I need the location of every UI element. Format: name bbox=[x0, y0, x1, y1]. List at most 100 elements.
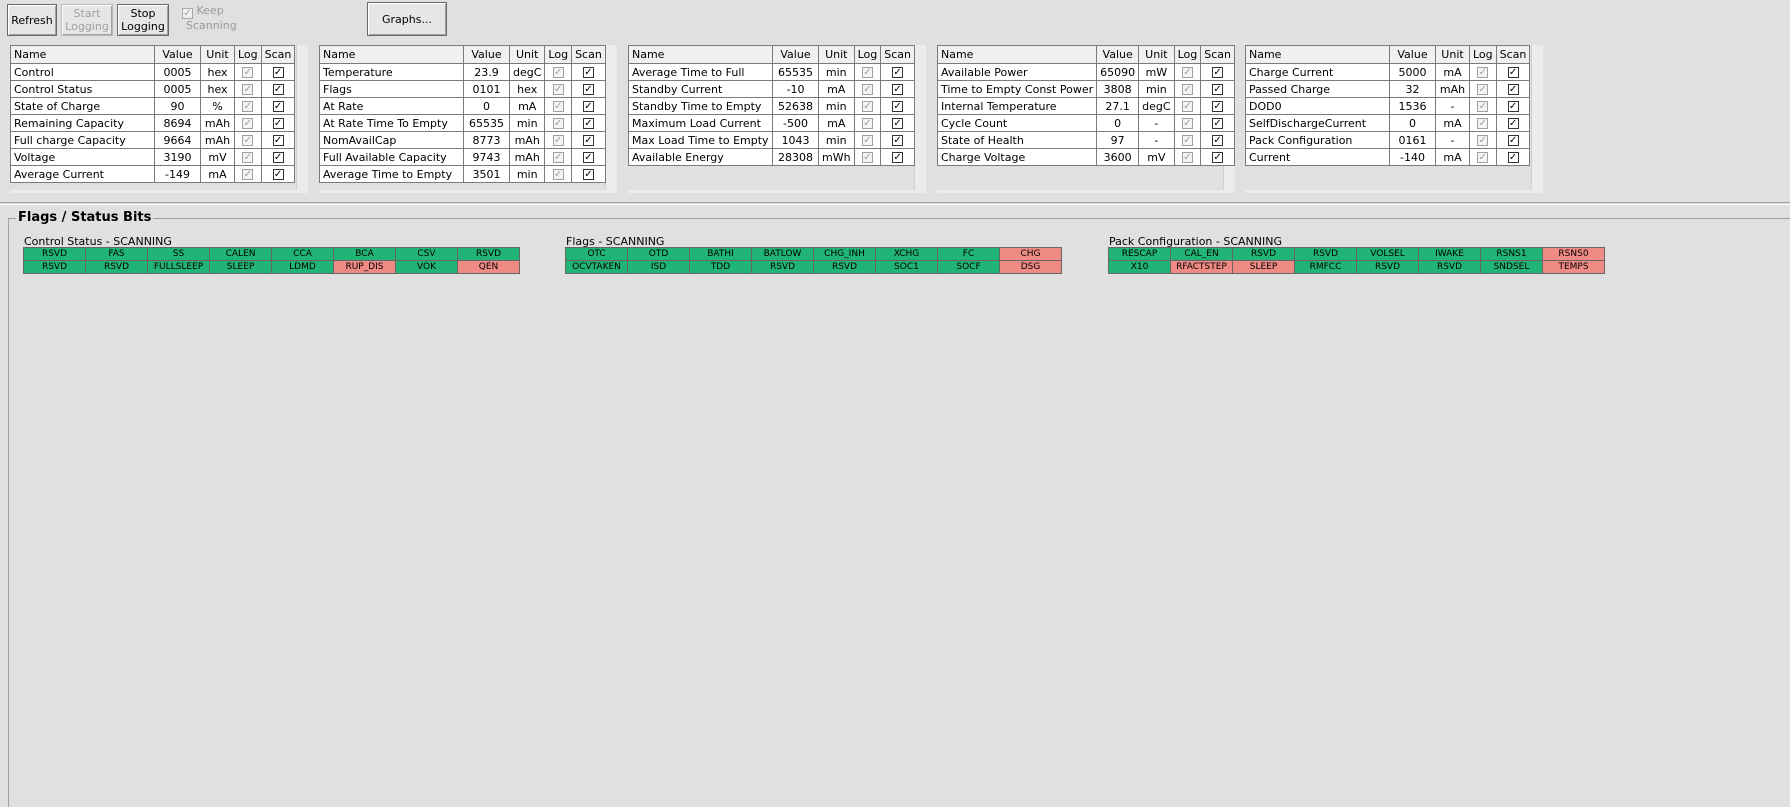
panel-scrollbar[interactable] bbox=[1531, 45, 1543, 193]
column-header[interactable]: Name bbox=[936, 45, 1098, 64]
column-header[interactable]: Scan bbox=[571, 45, 606, 64]
column-header[interactable]: Unit bbox=[200, 45, 235, 64]
column-header[interactable]: Name bbox=[10, 45, 155, 64]
log-checkbox[interactable]: ✓ bbox=[552, 84, 564, 95]
scan-checkbox[interactable]: ✓ bbox=[272, 152, 284, 163]
log-checkbox[interactable]: ✓ bbox=[552, 135, 564, 146]
log-checkbox[interactable]: ✓ bbox=[552, 67, 564, 78]
panel-hscroll[interactable] bbox=[628, 190, 926, 193]
panel-hscroll[interactable] bbox=[937, 190, 1235, 193]
log-checkbox[interactable]: ✓ bbox=[552, 152, 564, 163]
column-header[interactable]: Unit bbox=[508, 45, 546, 64]
column-header[interactable]: Log bbox=[1173, 45, 1202, 64]
scan-checkbox[interactable]: ✓ bbox=[892, 152, 904, 163]
scan-checkbox[interactable]: ✓ bbox=[892, 84, 904, 95]
scan-checkbox[interactable]: ✓ bbox=[1212, 118, 1224, 129]
scan-checkbox[interactable]: ✓ bbox=[892, 135, 904, 146]
scan-checkbox[interactable]: ✓ bbox=[1507, 101, 1519, 112]
scan-checkbox[interactable]: ✓ bbox=[1507, 135, 1519, 146]
log-checkbox[interactable]: ✓ bbox=[1181, 101, 1193, 112]
scan-checkbox[interactable]: ✓ bbox=[272, 118, 284, 129]
log-checkbox[interactable]: ✓ bbox=[861, 152, 873, 163]
scan-checkbox[interactable]: ✓ bbox=[582, 135, 594, 146]
log-checkbox[interactable]: ✓ bbox=[1181, 152, 1193, 163]
scan-checkbox[interactable]: ✓ bbox=[272, 135, 284, 146]
log-checkbox[interactable]: ✓ bbox=[1477, 152, 1489, 163]
log-checkbox[interactable]: ✓ bbox=[1181, 118, 1193, 129]
column-header[interactable]: Unit bbox=[818, 45, 855, 64]
scan-checkbox[interactable]: ✓ bbox=[582, 118, 594, 129]
scan-checkbox[interactable]: ✓ bbox=[272, 67, 284, 78]
scan-checkbox[interactable]: ✓ bbox=[1212, 67, 1224, 78]
column-header[interactable]: Unit bbox=[1138, 45, 1175, 64]
panel-scrollbar[interactable] bbox=[914, 45, 926, 193]
scan-checkbox[interactable]: ✓ bbox=[892, 101, 904, 112]
log-checkbox[interactable]: ✓ bbox=[242, 67, 254, 78]
column-header[interactable]: Name bbox=[628, 45, 773, 64]
column-header[interactable]: Name bbox=[1245, 45, 1390, 64]
column-header[interactable]: Unit bbox=[1435, 45, 1470, 64]
log-checkbox[interactable]: ✓ bbox=[861, 67, 873, 78]
stop-logging-button[interactable]: Stop Logging bbox=[117, 4, 169, 36]
log-checkbox[interactable]: ✓ bbox=[1477, 101, 1489, 112]
scan-checkbox[interactable]: ✓ bbox=[272, 169, 284, 180]
column-header[interactable]: Log bbox=[234, 45, 262, 64]
scan-checkbox[interactable]: ✓ bbox=[1507, 152, 1519, 163]
column-header[interactable]: Scan bbox=[1495, 45, 1531, 64]
panel-scrollbar[interactable] bbox=[296, 45, 308, 193]
scan-checkbox[interactable]: ✓ bbox=[1507, 118, 1519, 129]
scan-checkbox[interactable]: ✓ bbox=[582, 169, 594, 180]
column-header[interactable]: Name bbox=[319, 45, 464, 64]
log-checkbox[interactable]: ✓ bbox=[242, 118, 254, 129]
scan-checkbox[interactable]: ✓ bbox=[272, 101, 284, 112]
column-header[interactable]: Value bbox=[463, 45, 510, 64]
scan-checkbox[interactable]: ✓ bbox=[582, 101, 594, 112]
log-checkbox[interactable]: ✓ bbox=[1477, 84, 1489, 95]
scan-checkbox[interactable]: ✓ bbox=[1212, 84, 1224, 95]
log-checkbox[interactable]: ✓ bbox=[552, 118, 564, 129]
scan-checkbox[interactable]: ✓ bbox=[582, 152, 594, 163]
scan-checkbox[interactable]: ✓ bbox=[1212, 152, 1224, 163]
scan-checkbox[interactable]: ✓ bbox=[892, 118, 904, 129]
scan-checkbox[interactable]: ✓ bbox=[1507, 84, 1519, 95]
column-header[interactable]: Scan bbox=[1200, 45, 1235, 64]
column-header[interactable]: Value bbox=[1389, 45, 1436, 64]
log-checkbox[interactable]: ✓ bbox=[861, 84, 873, 95]
log-checkbox[interactable]: ✓ bbox=[242, 152, 254, 163]
scan-checkbox[interactable]: ✓ bbox=[892, 67, 904, 78]
column-header[interactable]: Value bbox=[1096, 45, 1140, 64]
scan-checkbox[interactable]: ✓ bbox=[1212, 135, 1224, 146]
log-checkbox[interactable]: ✓ bbox=[1181, 67, 1193, 78]
panel-hscroll[interactable] bbox=[10, 190, 308, 193]
refresh-button[interactable]: Refresh bbox=[7, 4, 57, 36]
log-checkbox[interactable]: ✓ bbox=[1477, 135, 1489, 146]
scan-checkbox[interactable]: ✓ bbox=[582, 84, 594, 95]
log-checkbox[interactable]: ✓ bbox=[861, 135, 873, 146]
log-checkbox[interactable]: ✓ bbox=[861, 118, 873, 129]
column-header[interactable]: Value bbox=[772, 45, 819, 64]
log-checkbox[interactable]: ✓ bbox=[1181, 84, 1193, 95]
log-checkbox[interactable]: ✓ bbox=[1181, 135, 1193, 146]
log-checkbox[interactable]: ✓ bbox=[242, 84, 254, 95]
log-checkbox[interactable]: ✓ bbox=[242, 169, 254, 180]
start-logging-button[interactable]: Start Logging bbox=[61, 4, 113, 36]
log-checkbox[interactable]: ✓ bbox=[242, 135, 254, 146]
log-checkbox[interactable]: ✓ bbox=[552, 169, 564, 180]
column-header[interactable]: Log bbox=[1469, 45, 1497, 64]
log-checkbox[interactable]: ✓ bbox=[1477, 118, 1489, 129]
panel-scrollbar[interactable] bbox=[605, 45, 617, 193]
log-checkbox[interactable]: ✓ bbox=[552, 101, 564, 112]
column-header[interactable]: Log bbox=[853, 45, 882, 64]
column-header[interactable]: Log bbox=[544, 45, 573, 64]
keep-scanning-checkbox[interactable]: ✓ Keep Scanning bbox=[182, 4, 242, 34]
scan-checkbox[interactable]: ✓ bbox=[1507, 67, 1519, 78]
column-header[interactable]: Scan bbox=[260, 45, 296, 64]
log-checkbox[interactable]: ✓ bbox=[861, 101, 873, 112]
scan-checkbox[interactable]: ✓ bbox=[582, 67, 594, 78]
scan-checkbox[interactable]: ✓ bbox=[272, 84, 284, 95]
panel-hscroll[interactable] bbox=[319, 190, 617, 193]
log-checkbox[interactable]: ✓ bbox=[242, 101, 254, 112]
panel-hscroll[interactable] bbox=[1245, 190, 1543, 193]
scan-checkbox[interactable]: ✓ bbox=[1212, 101, 1224, 112]
column-header[interactable]: Scan bbox=[880, 45, 915, 64]
